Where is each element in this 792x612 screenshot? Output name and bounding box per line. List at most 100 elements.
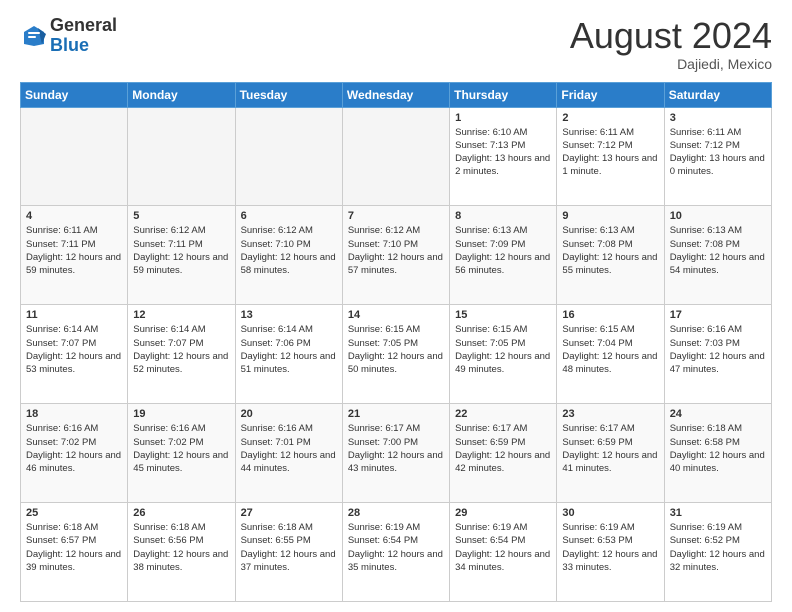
cell-info: Sunrise: 6:18 AM Sunset: 6:55 PM Dayligh… (241, 521, 337, 574)
calendar-table: SundayMondayTuesdayWednesdayThursdayFrid… (20, 82, 772, 602)
page: General Blue August 2024 Dajiedi, Mexico… (0, 0, 792, 612)
calendar-cell: 17 Sunrise: 6:16 AM Sunset: 7:03 PM Dayli… (664, 305, 771, 404)
cell-info: Sunrise: 6:19 AM Sunset: 6:54 PM Dayligh… (455, 521, 551, 574)
day-number: 29 (455, 507, 551, 519)
cell-info: Sunrise: 6:18 AM Sunset: 6:57 PM Dayligh… (26, 521, 122, 574)
location: Dajiedi, Mexico (570, 56, 772, 72)
day-number: 24 (670, 408, 766, 420)
cell-info: Sunrise: 6:13 AM Sunset: 7:08 PM Dayligh… (562, 224, 658, 277)
cell-info: Sunrise: 6:16 AM Sunset: 7:02 PM Dayligh… (26, 422, 122, 475)
day-number: 28 (348, 507, 444, 519)
cell-info: Sunrise: 6:10 AM Sunset: 7:13 PM Dayligh… (455, 126, 551, 179)
day-number: 7 (348, 210, 444, 222)
day-number: 27 (241, 507, 337, 519)
cell-info: Sunrise: 6:19 AM Sunset: 6:52 PM Dayligh… (670, 521, 766, 574)
logo: General Blue (20, 16, 117, 56)
day-header-saturday: Saturday (664, 82, 771, 107)
cell-info: Sunrise: 6:18 AM Sunset: 6:58 PM Dayligh… (670, 422, 766, 475)
logo-text: General Blue (50, 16, 117, 56)
cell-info: Sunrise: 6:16 AM Sunset: 7:02 PM Dayligh… (133, 422, 229, 475)
cell-info: Sunrise: 6:12 AM Sunset: 7:10 PM Dayligh… (241, 224, 337, 277)
calendar-cell: 16 Sunrise: 6:15 AM Sunset: 7:04 PM Dayli… (557, 305, 664, 404)
calendar-cell: 14Sunrise: 6:15 AM Sunset: 7:05 PM Dayli… (342, 305, 449, 404)
calendar-cell: 26 Sunrise: 6:18 AM Sunset: 6:56 PM Dayli… (128, 503, 235, 602)
day-header-wednesday: Wednesday (342, 82, 449, 107)
cell-info: Sunrise: 6:17 AM Sunset: 6:59 PM Dayligh… (562, 422, 658, 475)
calendar-cell: 21 Sunrise: 6:17 AM Sunset: 7:00 PM Dayli… (342, 404, 449, 503)
calendar-cell: 28 Sunrise: 6:19 AM Sunset: 6:54 PM Dayli… (342, 503, 449, 602)
day-number: 22 (455, 408, 551, 420)
calendar-week-1: 4 Sunrise: 6:11 AM Sunset: 7:11 PM Daylig… (21, 206, 772, 305)
calendar-cell: 7 Sunrise: 6:12 AM Sunset: 7:10 PM Daylig… (342, 206, 449, 305)
calendar-cell: 20Sunrise: 6:16 AM Sunset: 7:01 PM Dayli… (235, 404, 342, 503)
calendar-cell (128, 107, 235, 206)
calendar-week-4: 25 Sunrise: 6:18 AM Sunset: 6:57 PM Dayli… (21, 503, 772, 602)
calendar-cell: 30 Sunrise: 6:19 AM Sunset: 6:53 PM Dayli… (557, 503, 664, 602)
calendar-cell: 15Sunrise: 6:15 AM Sunset: 7:05 PM Dayli… (450, 305, 557, 404)
cell-info: Sunrise: 6:14 AM Sunset: 7:07 PM Dayligh… (26, 323, 122, 376)
calendar-cell: 29 Sunrise: 6:19 AM Sunset: 6:54 PM Dayli… (450, 503, 557, 602)
day-number: 19 (133, 408, 229, 420)
day-number: 17 (670, 309, 766, 321)
day-number: 25 (26, 507, 122, 519)
cell-info: Sunrise: 6:12 AM Sunset: 7:10 PM Dayligh… (348, 224, 444, 277)
calendar-week-0: 1Sunrise: 6:10 AM Sunset: 7:13 PM Daylig… (21, 107, 772, 206)
calendar-cell (235, 107, 342, 206)
calendar-cell: 23Sunrise: 6:17 AM Sunset: 6:59 PM Dayli… (557, 404, 664, 503)
cell-info: Sunrise: 6:19 AM Sunset: 6:53 PM Dayligh… (562, 521, 658, 574)
calendar-cell: 18 Sunrise: 6:16 AM Sunset: 7:02 PM Dayli… (21, 404, 128, 503)
cell-info: Sunrise: 6:15 AM Sunset: 7:04 PM Dayligh… (562, 323, 658, 376)
day-number: 30 (562, 507, 658, 519)
cell-info: Sunrise: 6:18 AM Sunset: 6:56 PM Dayligh… (133, 521, 229, 574)
cell-info: Sunrise: 6:19 AM Sunset: 6:54 PM Dayligh… (348, 521, 444, 574)
calendar-cell: 22 Sunrise: 6:17 AM Sunset: 6:59 PM Dayli… (450, 404, 557, 503)
logo-blue: Blue (50, 35, 89, 55)
day-number: 18 (26, 408, 122, 420)
calendar-cell: 6 Sunrise: 6:12 AM Sunset: 7:10 PM Daylig… (235, 206, 342, 305)
day-number: 8 (455, 210, 551, 222)
day-number: 2 (562, 112, 658, 124)
day-header-tuesday: Tuesday (235, 82, 342, 107)
day-number: 13 (241, 309, 337, 321)
calendar-cell: 19 Sunrise: 6:16 AM Sunset: 7:02 PM Dayli… (128, 404, 235, 503)
logo-icon (20, 22, 48, 50)
day-header-thursday: Thursday (450, 82, 557, 107)
cell-info: Sunrise: 6:13 AM Sunset: 7:09 PM Dayligh… (455, 224, 551, 277)
day-header-friday: Friday (557, 82, 664, 107)
day-header-sunday: Sunday (21, 82, 128, 107)
day-number: 10 (670, 210, 766, 222)
day-number: 31 (670, 507, 766, 519)
day-number: 14 (348, 309, 444, 321)
calendar-week-3: 18 Sunrise: 6:16 AM Sunset: 7:02 PM Dayli… (21, 404, 772, 503)
cell-info: Sunrise: 6:17 AM Sunset: 6:59 PM Dayligh… (455, 422, 551, 475)
cell-info: Sunrise: 6:16 AM Sunset: 7:03 PM Dayligh… (670, 323, 766, 376)
cell-info: Sunrise: 6:12 AM Sunset: 7:11 PM Dayligh… (133, 224, 229, 277)
calendar-cell: 24 Sunrise: 6:18 AM Sunset: 6:58 PM Dayli… (664, 404, 771, 503)
cell-info: Sunrise: 6:17 AM Sunset: 7:00 PM Dayligh… (348, 422, 444, 475)
cell-info: Sunrise: 6:14 AM Sunset: 7:07 PM Dayligh… (133, 323, 229, 376)
calendar-cell: 31 Sunrise: 6:19 AM Sunset: 6:52 PM Dayli… (664, 503, 771, 602)
calendar-cell: 1Sunrise: 6:10 AM Sunset: 7:13 PM Daylig… (450, 107, 557, 206)
day-number: 5 (133, 210, 229, 222)
cell-info: Sunrise: 6:14 AM Sunset: 7:06 PM Dayligh… (241, 323, 337, 376)
day-number: 26 (133, 507, 229, 519)
day-number: 4 (26, 210, 122, 222)
calendar-cell: 9Sunrise: 6:13 AM Sunset: 7:08 PM Daylig… (557, 206, 664, 305)
calendar-cell: 12 Sunrise: 6:14 AM Sunset: 7:07 PM Dayli… (128, 305, 235, 404)
calendar-cell: 5 Sunrise: 6:12 AM Sunset: 7:11 PM Daylig… (128, 206, 235, 305)
day-number: 16 (562, 309, 658, 321)
calendar-cell: 10 Sunrise: 6:13 AM Sunset: 7:08 PM Dayli… (664, 206, 771, 305)
day-number: 21 (348, 408, 444, 420)
cell-info: Sunrise: 6:13 AM Sunset: 7:08 PM Dayligh… (670, 224, 766, 277)
cell-info: Sunrise: 6:11 AM Sunset: 7:12 PM Dayligh… (670, 126, 766, 179)
day-number: 11 (26, 309, 122, 321)
day-number: 12 (133, 309, 229, 321)
calendar-cell: 13 Sunrise: 6:14 AM Sunset: 7:06 PM Dayli… (235, 305, 342, 404)
calendar-cell: 27 Sunrise: 6:18 AM Sunset: 6:55 PM Dayli… (235, 503, 342, 602)
cell-info: Sunrise: 6:11 AM Sunset: 7:11 PM Dayligh… (26, 224, 122, 277)
day-number: 6 (241, 210, 337, 222)
calendar-cell: 2 Sunrise: 6:11 AM Sunset: 7:12 PM Daylig… (557, 107, 664, 206)
day-number: 20 (241, 408, 337, 420)
cell-info: Sunrise: 6:11 AM Sunset: 7:12 PM Dayligh… (562, 126, 658, 179)
calendar-cell: 11 Sunrise: 6:14 AM Sunset: 7:07 PM Dayli… (21, 305, 128, 404)
